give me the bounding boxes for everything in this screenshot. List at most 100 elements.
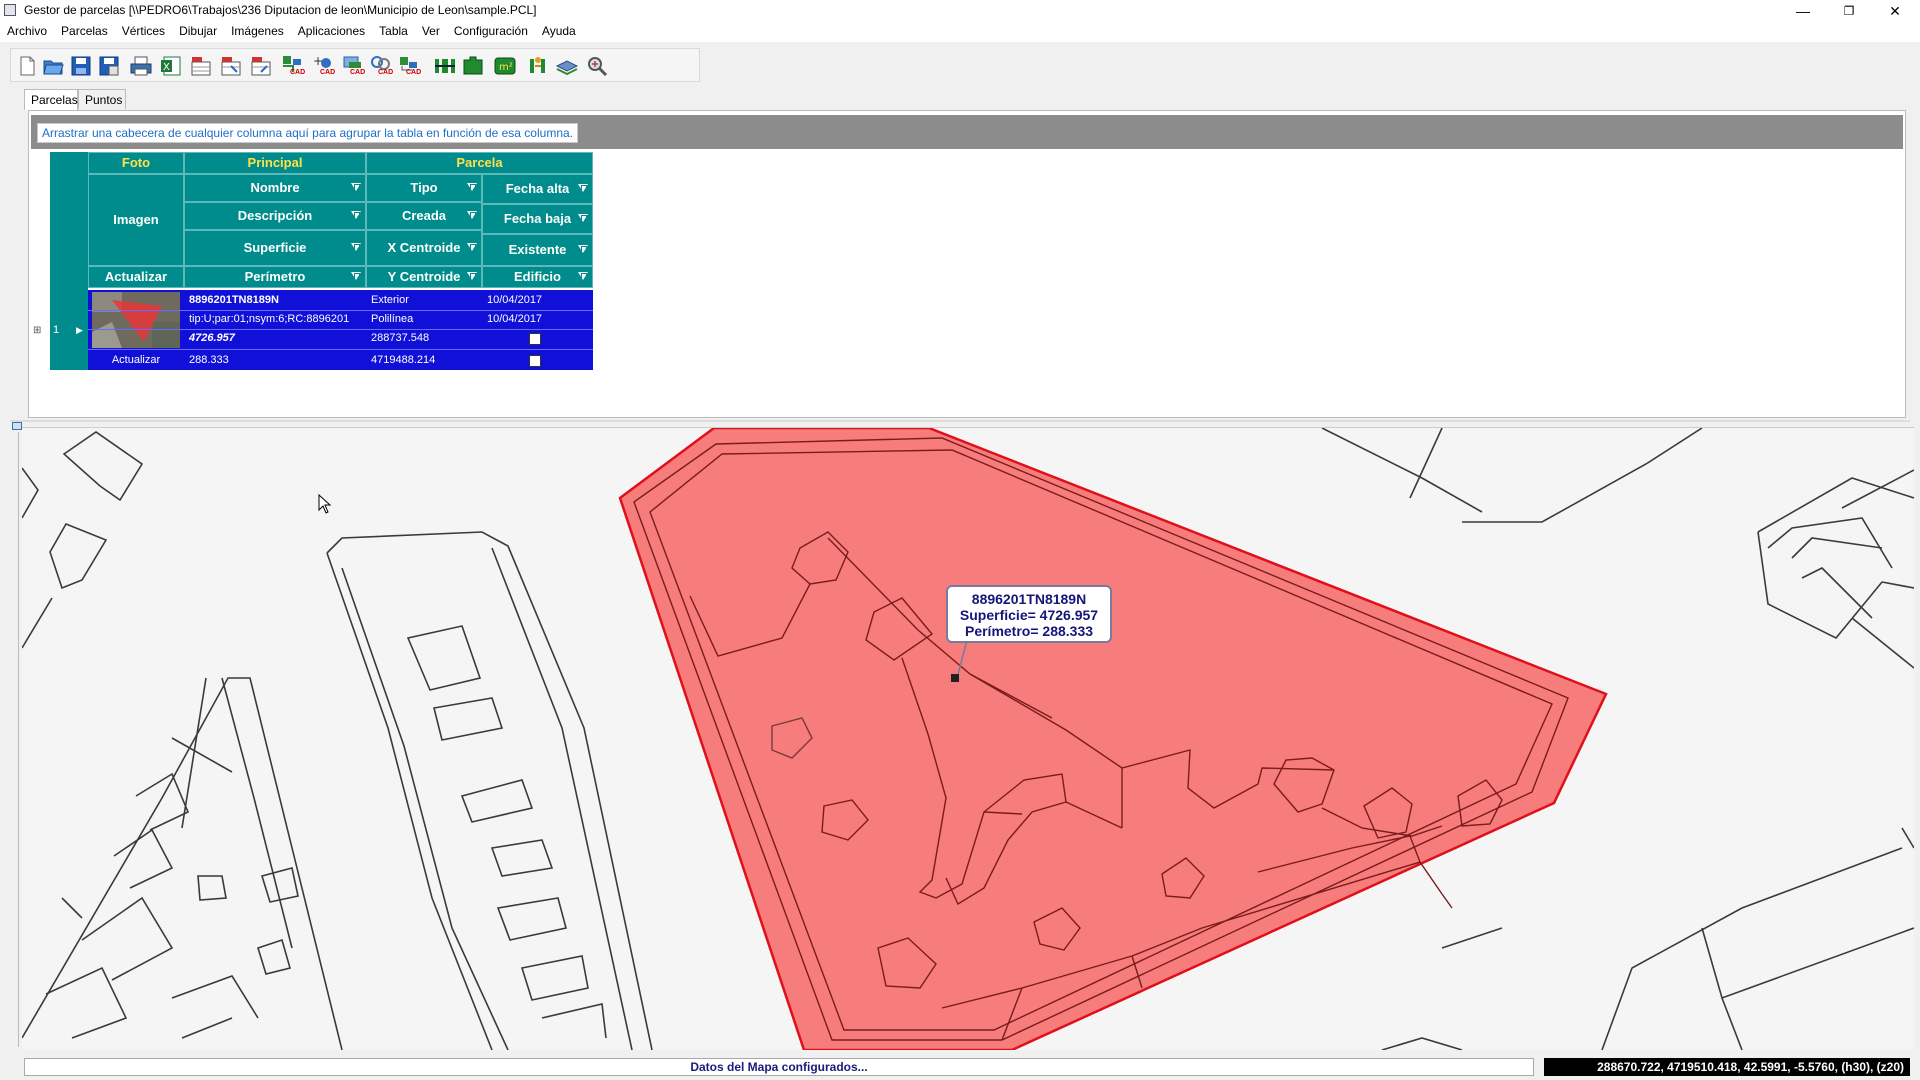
split-tool-icon[interactable] xyxy=(527,54,551,78)
tab-parcelas[interactable]: Parcelas xyxy=(24,89,78,110)
menu-parcelas[interactable]: Parcelas xyxy=(54,22,115,38)
filter-icon[interactable] xyxy=(467,211,477,220)
cell-nombre[interactable]: 8896201TN8189N xyxy=(184,291,366,310)
selected-parcel[interactable] xyxy=(618,428,1608,1050)
cell-superficie[interactable]: 4726.957 xyxy=(184,329,366,348)
filter-icon[interactable] xyxy=(467,272,477,281)
row-expander-icon[interactable]: ⊞ xyxy=(33,325,41,336)
cell-descripcion[interactable]: tip:U;par:01;nsym:6;RC:8896201 xyxy=(184,310,366,329)
save-as-icon[interactable] xyxy=(97,54,121,78)
column-creada[interactable]: Creada xyxy=(366,202,482,230)
layers-icon[interactable] xyxy=(555,54,579,78)
filter-icon[interactable] xyxy=(578,214,588,223)
panel-splitter[interactable] xyxy=(10,420,1910,422)
band-parcela[interactable]: Parcela xyxy=(366,152,593,174)
column-fecha-alta-label: Fecha alta xyxy=(505,181,570,196)
filter-icon[interactable] xyxy=(467,243,477,252)
cell-actualizar[interactable]: Actualizar xyxy=(88,351,184,370)
cell-perimetro[interactable]: 288.333 xyxy=(184,351,366,370)
cad-link-icon[interactable]: CAD xyxy=(369,54,393,78)
column-y-centroide[interactable]: Y Centroide xyxy=(366,266,482,288)
cad-image-icon[interactable]: CAD xyxy=(341,54,365,78)
filter-icon[interactable] xyxy=(578,245,588,254)
menu-vertices[interactable]: Vértices xyxy=(115,22,172,38)
cad-label: CAD xyxy=(378,69,394,76)
column-perimetro[interactable]: Perímetro xyxy=(184,266,366,288)
vertex-tool-icon[interactable] xyxy=(433,54,457,78)
column-superficie[interactable]: Superficie xyxy=(184,230,366,266)
area-tool-icon[interactable]: m² xyxy=(493,54,517,78)
column-edificio-label: Edificio xyxy=(514,269,561,284)
column-nombre[interactable]: Nombre xyxy=(184,174,366,202)
cad-measure-icon[interactable]: CAD xyxy=(397,54,421,78)
column-descripcion-label: Descripción xyxy=(237,208,313,223)
cell-creada[interactable]: Polilínea xyxy=(366,310,482,329)
print-icon[interactable] xyxy=(129,54,153,78)
new-file-icon[interactable] xyxy=(15,54,39,78)
tab-puntos[interactable]: Puntos xyxy=(78,89,126,109)
import-gml-icon[interactable] xyxy=(189,54,213,78)
parcel-tool-icon[interactable] xyxy=(461,54,485,78)
open-file-icon[interactable] xyxy=(41,54,65,78)
app-icon xyxy=(4,4,16,16)
map-drawing[interactable] xyxy=(22,428,1914,1050)
menu-archivo[interactable]: Archivo xyxy=(0,22,54,38)
menu-configuracion[interactable]: Configuración xyxy=(447,22,535,38)
column-descripcion[interactable]: Descripción xyxy=(184,202,366,230)
row-separator xyxy=(88,310,593,311)
filter-icon[interactable] xyxy=(578,272,588,281)
splitter-handle-icon[interactable] xyxy=(12,422,22,430)
filter-icon[interactable] xyxy=(351,211,361,220)
menu-ayuda[interactable]: Ayuda xyxy=(535,22,583,38)
menu-dibujar[interactable]: Dibujar xyxy=(172,22,224,38)
band-principal[interactable]: Principal xyxy=(184,152,366,174)
column-perimetro-label: Perímetro xyxy=(244,269,306,284)
filter-icon[interactable] xyxy=(467,183,477,192)
tooltip-name: 8896201TN8189N xyxy=(971,591,1087,607)
zoom-tool-icon[interactable] xyxy=(585,54,609,78)
group-by-bar[interactable]: Arrastrar una cabecera de cualquier colu… xyxy=(31,115,1903,149)
menu-aplicaciones[interactable]: Aplicaciones xyxy=(291,22,372,38)
cell-fecha-baja[interactable]: 10/04/2017 xyxy=(482,310,593,329)
filter-icon[interactable] xyxy=(351,183,361,192)
band-foto[interactable]: Foto xyxy=(88,152,184,174)
excel-icon[interactable]: X xyxy=(159,54,183,78)
column-existente-label: Existente xyxy=(508,242,567,257)
cell-y-centroide[interactable]: 4719488.214 xyxy=(366,351,482,370)
column-tipo[interactable]: Tipo xyxy=(366,174,482,202)
import-shp-icon[interactable] xyxy=(219,54,243,78)
edificio-checkbox[interactable] xyxy=(529,355,541,367)
column-existente[interactable]: Existente xyxy=(482,234,593,266)
menu-ver[interactable]: Ver xyxy=(415,22,447,38)
svg-text:m²: m² xyxy=(499,62,513,73)
status-message: Datos del Mapa configurados... xyxy=(24,1058,1534,1076)
column-edificio[interactable]: Edificio xyxy=(482,266,593,288)
map-canvas[interactable] xyxy=(22,427,1914,1050)
parcel-thumbnail[interactable] xyxy=(92,292,180,348)
minimize-button[interactable]: — xyxy=(1780,0,1826,22)
vertex-marker[interactable] xyxy=(951,674,959,682)
column-x-centroide[interactable]: X Centroide xyxy=(366,230,482,266)
column-fecha-baja[interactable]: Fecha baja xyxy=(482,204,593,234)
filter-icon[interactable] xyxy=(351,243,361,252)
filter-icon[interactable] xyxy=(351,272,361,281)
maximize-button[interactable]: ❐ xyxy=(1826,0,1872,22)
column-actualizar[interactable]: Actualizar xyxy=(88,266,184,288)
group-by-hint: Arrastrar una cabecera de cualquier colu… xyxy=(37,123,578,143)
status-coordinates: 288670.722, 4719510.418, 42.5991, -5.576… xyxy=(1544,1058,1910,1076)
cell-fecha-alta[interactable]: 10/04/2017 xyxy=(482,291,593,310)
cell-x-centroide[interactable]: 288737.548 xyxy=(366,329,482,348)
cad-export-icon[interactable]: CAD xyxy=(281,54,305,78)
menu-tabla[interactable]: Tabla xyxy=(372,22,415,38)
close-button[interactable]: ✕ xyxy=(1872,0,1918,22)
tooltip-superficie: Superficie= 4726.957 xyxy=(959,607,1099,623)
column-fecha-alta[interactable]: Fecha alta xyxy=(482,174,593,204)
export-shp-icon[interactable] xyxy=(249,54,273,78)
cell-tipo[interactable]: Exterior xyxy=(366,291,482,310)
existente-checkbox[interactable] xyxy=(529,333,541,345)
cad-add-icon[interactable]: + CAD xyxy=(311,54,335,78)
filter-icon[interactable] xyxy=(578,184,588,193)
save-icon[interactable] xyxy=(69,54,93,78)
menu-imagenes[interactable]: Imágenes xyxy=(224,22,291,38)
column-imagen[interactable]: Imagen xyxy=(88,174,184,266)
